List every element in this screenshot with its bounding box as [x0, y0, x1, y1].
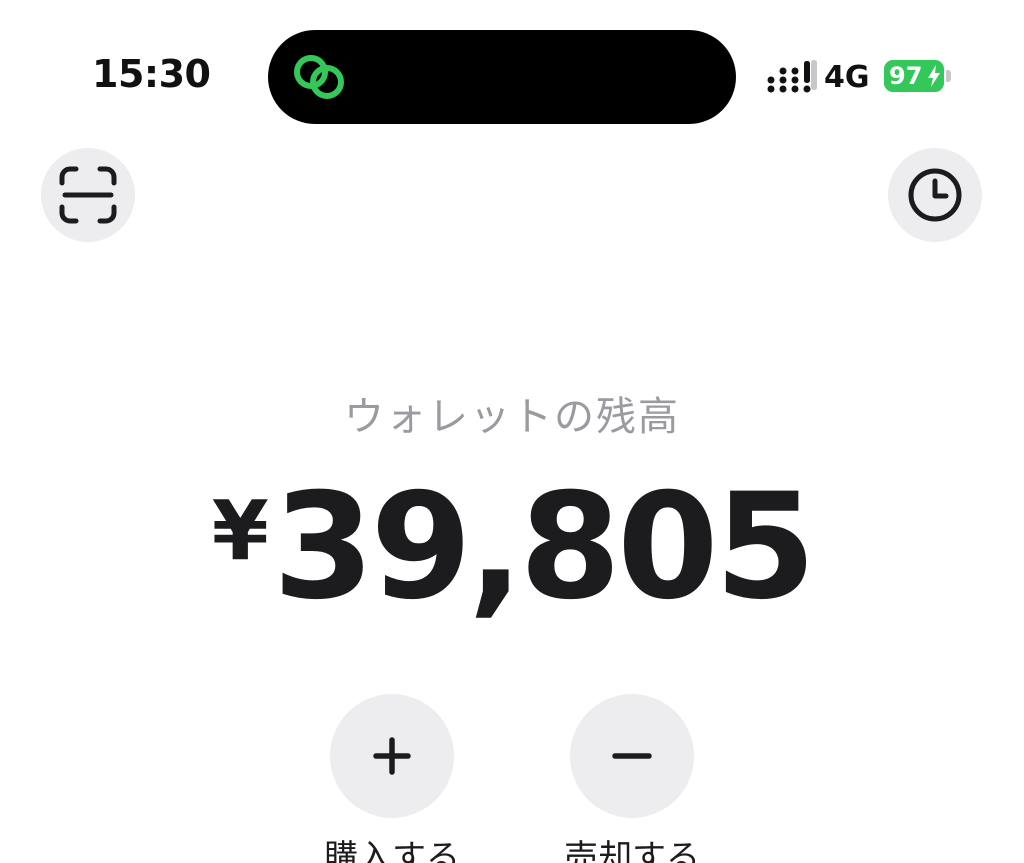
wallet-balance-label: ウォレットの残高 — [344, 394, 680, 440]
currency-symbol: ¥ — [211, 484, 269, 579]
battery-nub — [946, 70, 951, 82]
sell-button[interactable] — [570, 694, 694, 818]
buy-label[interactable]: 購入する — [312, 830, 472, 863]
plus-icon — [373, 737, 411, 775]
history-button[interactable] — [888, 148, 982, 242]
scan-button[interactable] — [41, 148, 135, 242]
wallet-balance: ¥39,805 — [0, 462, 1024, 632]
link-rings-icon[interactable] — [284, 50, 356, 104]
buy-action[interactable]: 購入する — [312, 694, 472, 863]
signal-icon — [767, 60, 817, 93]
battery-level: 97 — [889, 62, 923, 90]
clock-icon — [908, 168, 962, 222]
status-time: 15:30 — [92, 52, 211, 96]
network-type: 4G — [824, 60, 870, 95]
battery-indicator: 97 — [884, 60, 944, 92]
charging-bolt-icon — [928, 65, 940, 87]
scan-icon — [59, 166, 117, 224]
sell-label[interactable]: 売却する — [552, 830, 712, 863]
balance-value: 39,805 — [272, 462, 816, 632]
wallet-screen: 15:30 4G 97 ウォレットの残高 ¥39,805 購入する 売却する — [0, 0, 1024, 863]
minus-icon — [612, 753, 652, 759]
sell-action[interactable]: 売却する — [552, 694, 712, 863]
buy-button[interactable] — [330, 694, 454, 818]
